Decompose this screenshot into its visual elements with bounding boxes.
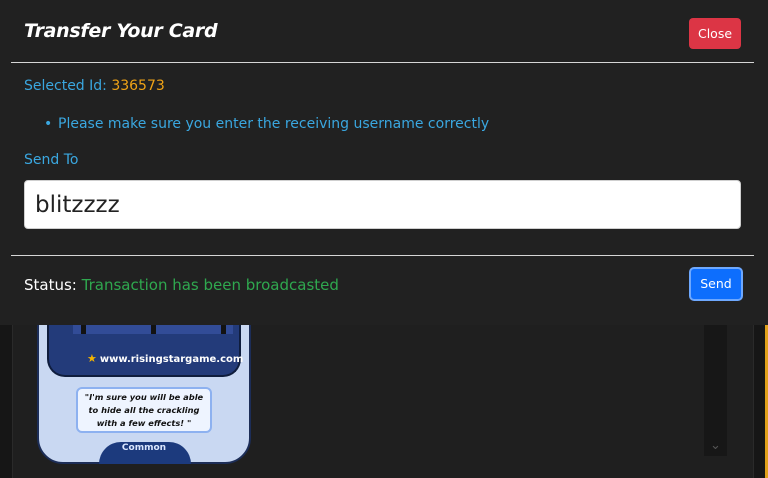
- transfer-card-modal: Transfer Your Card Close Selected Id: 33…: [0, 0, 768, 325]
- card-rarity: Common: [121, 443, 167, 453]
- notice-bullet: •: [44, 116, 53, 132]
- header-divider: [11, 62, 754, 63]
- card-url: ★ www.risingstargame.com: [87, 352, 243, 370]
- username-input[interactable]: [24, 180, 741, 229]
- send-to-label: Send To: [24, 152, 79, 168]
- card-quote: "I'm sure you will be able to hide all t…: [76, 387, 212, 433]
- footer-divider: [11, 255, 754, 256]
- send-button[interactable]: Send: [689, 267, 743, 301]
- selected-id: Selected Id: 336573: [24, 78, 165, 94]
- selected-id-label: Selected Id:: [24, 78, 107, 94]
- card-url-text: www.risingstargame.com: [99, 354, 244, 365]
- close-button[interactable]: Close: [689, 18, 741, 49]
- scroll-down-icon[interactable]: ⌄: [704, 436, 727, 456]
- username-notice: • Please make sure you enter the receivin…: [44, 116, 489, 132]
- card-quote-line: "I'm sure you will be able: [84, 392, 204, 402]
- notice-text: Please make sure you enter the receiving…: [58, 116, 490, 132]
- transaction-status: Status: Transaction has been broadcasted: [24, 276, 339, 294]
- status-label: Status:: [24, 276, 77, 294]
- star-icon: ★: [87, 352, 97, 365]
- card-quote-line: with a few effects! ": [96, 418, 192, 428]
- modal-title: Transfer Your Card: [24, 20, 218, 42]
- selected-id-value: 336573: [111, 78, 165, 94]
- status-value: Transaction has been broadcasted: [81, 276, 339, 294]
- modal-header: Transfer Your Card Close: [0, 0, 768, 62]
- card-quote-line: to hide all the crackling: [88, 405, 200, 415]
